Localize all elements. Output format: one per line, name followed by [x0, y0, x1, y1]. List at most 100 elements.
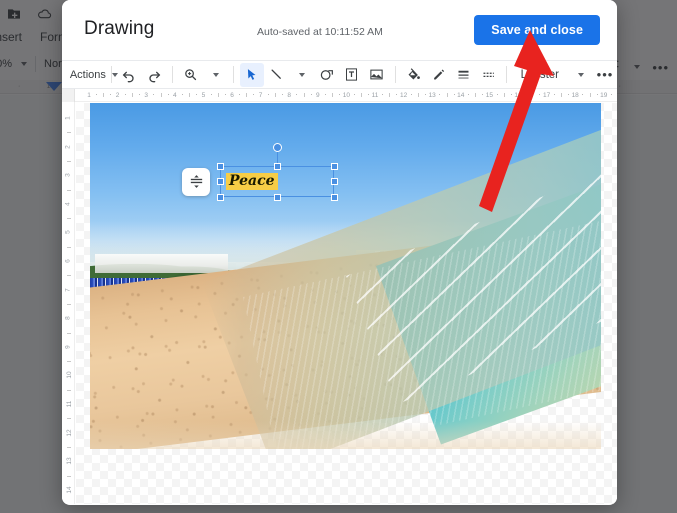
border-color-tool[interactable] [426, 63, 450, 87]
ruler-tick-label: 4 [63, 201, 71, 206]
ruler-tick [367, 94, 369, 95]
ruler-tick [67, 189, 71, 191]
ruler-tick [332, 93, 334, 97]
selection-handle[interactable] [216, 178, 224, 185]
ruler-tick [67, 361, 71, 363]
select-cursor-tool[interactable] [239, 62, 264, 87]
ruler-tick [296, 94, 298, 95]
ruler-tick [267, 94, 269, 95]
ruler-tick-label: 16 [514, 91, 522, 99]
image-tool[interactable] [365, 63, 389, 87]
ruler-tick [67, 332, 71, 334]
ruler-tick-label: 19 [600, 91, 608, 99]
ruler-tick [67, 218, 71, 220]
ruler-tick [239, 94, 241, 95]
ruler-tick [596, 94, 598, 95]
line-tool-dropdown[interactable] [290, 63, 314, 87]
vertical-align-center-icon [190, 175, 202, 188]
ruler-tick [610, 94, 612, 95]
ruler-tick-label: 5 [201, 91, 206, 99]
ruler-tick [510, 94, 512, 95]
ruler-tick [389, 93, 391, 97]
ruler-tick-label: 10 [65, 371, 73, 380]
rotation-handle[interactable] [272, 143, 282, 152]
beach-photo[interactable] [90, 103, 601, 449]
ruler-tick [589, 93, 591, 97]
selection-handle[interactable] [273, 162, 281, 170]
ruler-tick [446, 93, 448, 97]
ruler-tick-label: 8 [63, 316, 71, 320]
ruler-tick-label: 4 [172, 91, 177, 99]
vertical-ruler[interactable]: 1 2 3 4 5 6 7 8 9 10 11 12 13 14 [62, 102, 75, 504]
ruler-tick [67, 303, 71, 305]
ruler-tick-label: 11 [371, 91, 379, 99]
ruler-tick [425, 94, 427, 95]
font-family-selector[interactable]: Lobster [513, 69, 567, 81]
font-dropdown[interactable] [568, 63, 592, 87]
selection-handle[interactable] [330, 193, 338, 201]
ruler-tick [553, 94, 555, 95]
more-options-icon: ••• [596, 67, 614, 82]
ruler-tick [467, 94, 469, 95]
ruler-tick [131, 93, 133, 97]
ruler-tick [246, 93, 248, 97]
selection-handle[interactable] [216, 193, 224, 201]
zoom-button[interactable] [178, 63, 202, 87]
save-and-close-button[interactable]: Save and close [474, 15, 600, 45]
ruler-tick [253, 94, 255, 95]
ruler-tick-label: 3 [63, 173, 71, 177]
ruler-tick [110, 94, 112, 95]
vertical-align-center-button[interactable] [182, 167, 210, 196]
autosave-status: Auto-saved at 10:11:52 AM [257, 26, 383, 38]
horizontal-ruler[interactable]: 1 2 3 4 5 6 7 8 9 10 11 12 13 14 15 16 17 18 19 [62, 89, 617, 102]
ruler-tick-label: 7 [258, 91, 263, 99]
shape-tool[interactable] [315, 63, 339, 87]
line-tool[interactable] [265, 63, 289, 87]
drawing-board[interactable]: Peace [76, 103, 617, 504]
ruler-tick [124, 94, 126, 95]
ruler-tick [475, 93, 477, 97]
fill-color-tool[interactable] [401, 63, 425, 87]
ruler-tick [96, 94, 98, 95]
chevron-down-icon [299, 72, 306, 77]
redo-button[interactable] [142, 63, 166, 87]
dialog-header: Drawing Auto-saved at 10:11:52 AM Save a… [62, 0, 617, 60]
selection-handle[interactable] [216, 162, 224, 170]
undo-button[interactable] [117, 63, 141, 87]
ruler-tick [496, 94, 498, 95]
ruler-tick [67, 389, 71, 391]
peace-text-label[interactable]: Peace [226, 173, 278, 190]
selection-handle[interactable] [273, 193, 281, 201]
ruler-tick [282, 94, 284, 95]
border-weight-tool[interactable] [451, 63, 475, 87]
text-box-tool[interactable] [340, 63, 364, 87]
ruler-tick-label: 1 [63, 116, 71, 120]
ruler-tick [103, 93, 105, 97]
ruler-tick-label: 12 [65, 428, 73, 437]
ruler-tick [67, 475, 71, 477]
ruler-tick [453, 94, 455, 95]
ruler-tick [324, 94, 326, 95]
ruler-tick [360, 93, 362, 97]
ruler-tick-label: 2 [63, 144, 71, 149]
actions-menu[interactable]: Actions [70, 63, 118, 87]
ruler-tick [539, 94, 541, 95]
photo-bottom-fade [90, 421, 601, 449]
selection-handle[interactable] [330, 178, 338, 185]
ruler-tick [503, 93, 505, 97]
beach-buildings [95, 253, 228, 273]
ruler-tick [224, 94, 226, 95]
border-dash-tool[interactable] [476, 63, 500, 87]
ruler-tick-label: 2 [115, 91, 120, 99]
selection-handle[interactable] [330, 162, 338, 170]
ruler-tick-label: 1 [87, 91, 91, 99]
ruler-tick-label: 5 [63, 230, 71, 235]
ruler-tick-label: 6 [230, 91, 234, 99]
zoom-dropdown[interactable] [203, 63, 227, 87]
more-options-button[interactable]: ••• [593, 63, 617, 87]
page-title: Drawing [84, 18, 155, 39]
ruler-tick [417, 93, 419, 97]
ruler-tick [339, 94, 341, 95]
ruler-tick [353, 94, 355, 95]
ruler-tick [310, 94, 312, 95]
